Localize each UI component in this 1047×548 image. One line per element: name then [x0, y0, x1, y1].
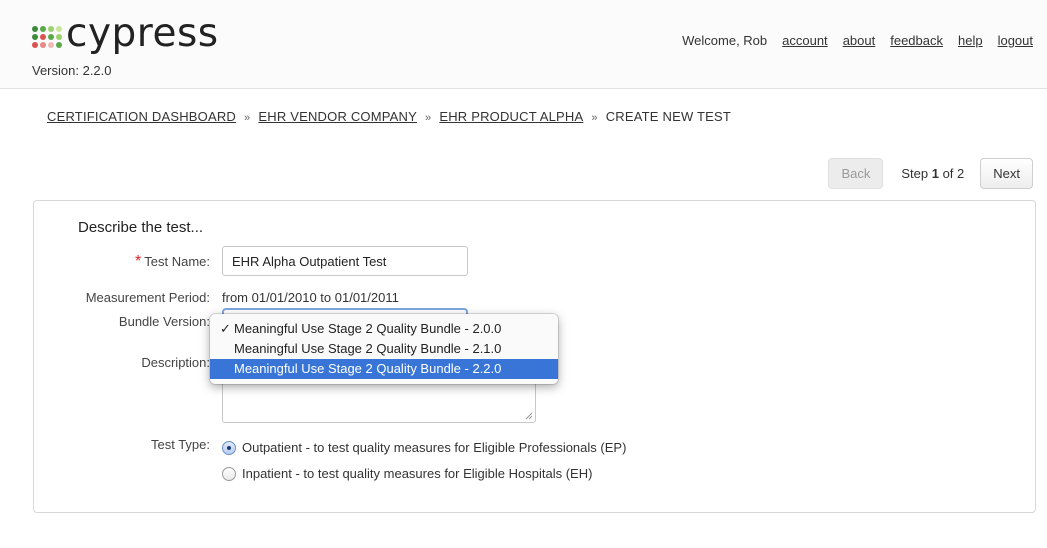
radio-unchecked-icon[interactable]	[222, 466, 236, 481]
test-name-label: * Test Name:	[135, 253, 210, 270]
bundle-option-2-2-0[interactable]: Meaningful Use Stage 2 Quality Bundle - …	[210, 359, 558, 379]
account-link[interactable]: account	[782, 33, 828, 48]
breadcrumb-separator: »	[425, 112, 432, 124]
measurement-period-label: Measurement Period:	[85, 290, 210, 305]
breadcrumb-vendor[interactable]: EHR VENDOR COMPANY	[258, 109, 417, 124]
breadcrumb-separator: »	[244, 112, 251, 124]
bundle-version-menu: ✓ Meaningful Use Stage 2 Quality Bundle …	[210, 314, 558, 384]
app-version: Version: 2.2.0	[32, 63, 112, 78]
breadcrumb-product[interactable]: EHR PRODUCT ALPHA	[439, 109, 583, 124]
app-header: cypress Version: 2.2.0 Welcome, Rob acco…	[0, 0, 1047, 89]
back-button[interactable]: Back	[828, 158, 884, 189]
required-marker: *	[135, 253, 142, 270]
breadcrumb: CERTIFICATION DASHBOARD » EHR VENDOR COMPA…	[47, 109, 731, 124]
resize-grip-icon[interactable]	[525, 412, 533, 420]
logout-link[interactable]: logout	[998, 33, 1033, 48]
breadcrumb-separator: »	[591, 112, 598, 124]
logo-dots-icon	[32, 26, 62, 48]
feedback-link[interactable]: feedback	[890, 33, 943, 48]
radio-checked-icon[interactable]	[222, 440, 236, 455]
description-label: Description:	[141, 355, 210, 370]
test-type-outpatient[interactable]: Outpatient - to test quality measures fo…	[222, 440, 626, 455]
current-step: 1	[931, 166, 939, 181]
measurement-period-value: from 01/01/2010 to 01/01/2011	[222, 290, 399, 305]
next-button[interactable]: Next	[980, 158, 1033, 189]
bundle-option-2-0-0[interactable]: ✓ Meaningful Use Stage 2 Quality Bundle …	[210, 319, 558, 339]
breadcrumb-current: CREATE NEW TEST	[605, 109, 732, 124]
wizard-navigation: Back Step 1 of 2 Next	[828, 158, 1033, 189]
welcome-text: Welcome, Rob	[682, 33, 768, 48]
test-type-inpatient[interactable]: Inpatient - to test quality measures for…	[222, 466, 592, 481]
breadcrumb-certification-dashboard[interactable]: CERTIFICATION DASHBOARD	[47, 109, 236, 124]
top-navigation: Welcome, Rob account about feedback help…	[682, 33, 1033, 48]
help-link[interactable]: help	[958, 33, 983, 48]
test-name-input[interactable]	[222, 246, 468, 276]
logo-text: cypress	[66, 11, 219, 56]
step-indicator: Step 1 of 2	[901, 166, 965, 181]
bundle-version-label: Bundle Version:	[118, 314, 210, 329]
bundle-option-2-1-0[interactable]: Meaningful Use Stage 2 Quality Bundle - …	[210, 339, 558, 359]
outpatient-label: Outpatient - to test quality measures fo…	[242, 440, 627, 455]
inpatient-label: Inpatient - to test quality measures for…	[242, 466, 593, 481]
about-link[interactable]: about	[843, 33, 876, 48]
test-type-label: Test Type:	[150, 437, 210, 452]
checkmark-icon: ✓	[220, 321, 231, 336]
form-title: Describe the test...	[78, 219, 204, 236]
